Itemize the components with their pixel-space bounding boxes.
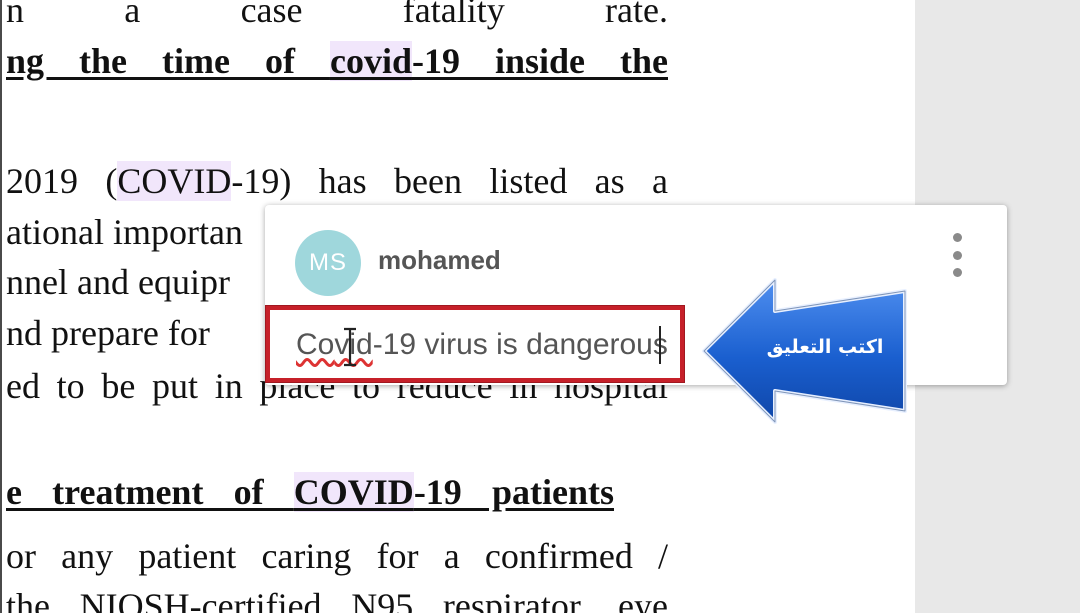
text-line: 2019 (COVID-19) has been listed as a xyxy=(6,161,668,201)
text-caret xyxy=(659,326,661,364)
text-line: ational importan xyxy=(6,212,243,252)
text-line: n a case fatality rate. xyxy=(6,0,668,30)
text-line: nnel and equipr xyxy=(6,262,230,302)
avatar: MS xyxy=(295,230,361,296)
text-line: or any patient caring for a confirmed / xyxy=(6,536,668,576)
comment-author: mohamed xyxy=(378,245,501,275)
more-vert-icon[interactable] xyxy=(945,233,969,277)
callout-label: اكتب التعليق xyxy=(766,336,884,358)
text-line: nd prepare for xyxy=(6,313,210,353)
comment-input[interactable]: Covid-19 virus is dangerous xyxy=(266,306,684,382)
section-heading: e treatment of COVID-19 patients xyxy=(6,472,614,512)
text-line: the NIOSH-certified N95 respirator, eye xyxy=(6,586,668,613)
ibeam-cursor-icon xyxy=(344,327,356,367)
section-heading: ng the time of covid-19 inside the xyxy=(6,41,668,81)
